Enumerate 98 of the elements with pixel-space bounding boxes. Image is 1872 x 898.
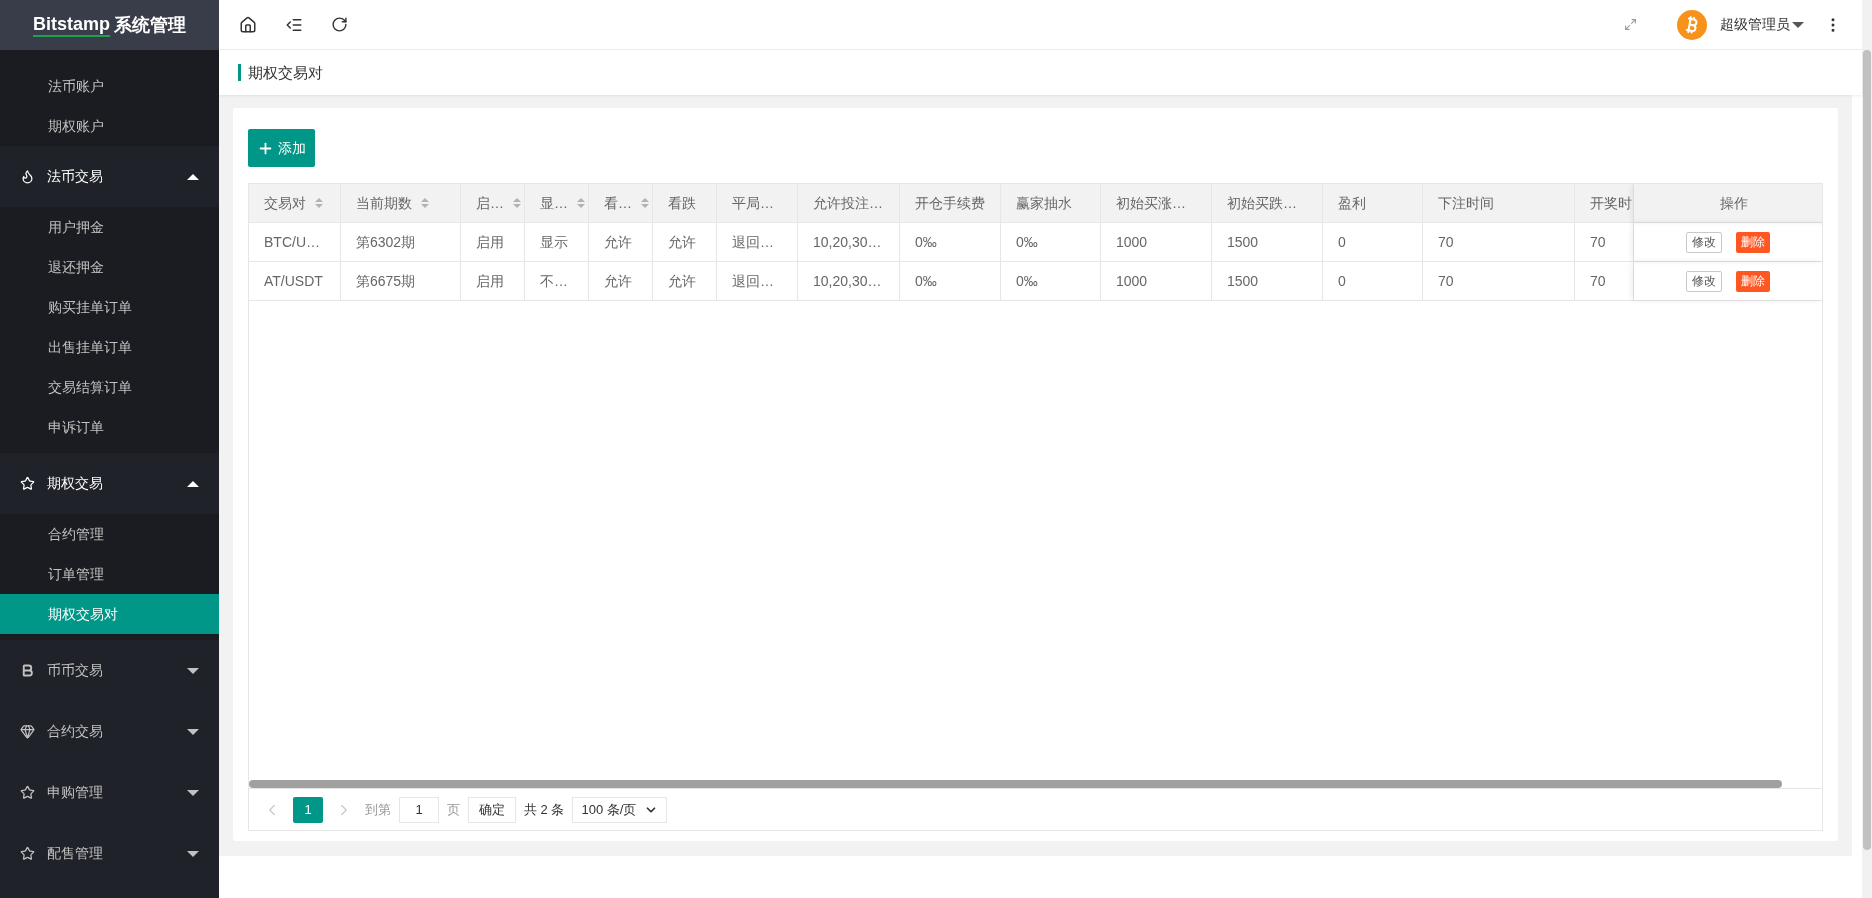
table-cell: 0 bbox=[1323, 262, 1423, 300]
breadcrumb-title: 期权交易对 bbox=[238, 64, 323, 81]
caret-down-icon bbox=[187, 667, 199, 674]
page-size-select[interactable]: 100 条/页 bbox=[572, 796, 668, 823]
table-cell: 允许 bbox=[589, 223, 653, 261]
column-header: 盈利 bbox=[1323, 184, 1423, 222]
total-count: 共 2 条 bbox=[524, 800, 565, 819]
column-header: 初始买涨… bbox=[1101, 184, 1212, 222]
sort-icon[interactable] bbox=[576, 197, 586, 209]
user-menu[interactable]: 超级管理员 bbox=[1720, 14, 1804, 35]
table-cell: 0‰ bbox=[1001, 223, 1101, 261]
add-button[interactable]: 添加 bbox=[248, 129, 315, 167]
table-cell: 10,20,30… bbox=[798, 223, 900, 261]
sidebar-section[interactable]: 申购管理 bbox=[0, 762, 219, 823]
sidebar-item[interactable]: 订单管理 bbox=[0, 554, 219, 594]
table-cell: 70 bbox=[1423, 262, 1575, 300]
column-header: 平局… bbox=[717, 184, 798, 222]
caret-up-icon bbox=[187, 480, 199, 487]
sidebar-item[interactable]: 用户押金 bbox=[0, 207, 219, 247]
confirm-button[interactable]: 确定 bbox=[468, 796, 516, 823]
sort-icon[interactable] bbox=[314, 197, 324, 209]
column-header: 允许投注… bbox=[798, 184, 900, 222]
page-button[interactable]: 1 bbox=[293, 796, 323, 823]
table-cell: 0‰ bbox=[1001, 262, 1101, 300]
table-cell: 1000 bbox=[1101, 223, 1212, 261]
table-cell: 70 bbox=[1575, 223, 1634, 261]
column-header[interactable]: 启… bbox=[461, 184, 525, 222]
sort-icon[interactable] bbox=[640, 197, 650, 209]
bold-b-icon bbox=[20, 663, 35, 678]
table-cell: 第6675期 bbox=[341, 262, 461, 300]
table-cell: 退回… bbox=[717, 262, 798, 300]
table-cell: 允许 bbox=[589, 262, 653, 300]
table-cell: 显示 bbox=[525, 223, 589, 261]
table-cell: AT/USDT bbox=[249, 262, 341, 300]
sort-icon[interactable] bbox=[420, 197, 430, 209]
sidebar-item[interactable]: 法币账户 bbox=[0, 66, 219, 106]
logo-title: 系统管理 bbox=[114, 13, 186, 37]
table-cell: 1000 bbox=[1101, 262, 1212, 300]
column-header: 下注时间 bbox=[1423, 184, 1575, 222]
table-cell: 启用 bbox=[461, 262, 525, 300]
gem-icon bbox=[20, 724, 35, 739]
column-header[interactable]: 看… bbox=[589, 184, 653, 222]
sidebar-section[interactable]: 法币交易 bbox=[0, 146, 219, 207]
brand-name: Bitstamp bbox=[33, 12, 110, 38]
table-cell: 第6302期 bbox=[341, 223, 461, 261]
column-header[interactable]: 显… bbox=[525, 184, 589, 222]
column-header[interactable]: 当前期数 bbox=[341, 184, 461, 222]
sidebar-item[interactable]: 期权交易对 bbox=[0, 594, 219, 634]
column-header: 开奖时 bbox=[1575, 184, 1634, 222]
edit-button[interactable]: 修改 bbox=[1686, 231, 1722, 253]
table-cell: 1500 bbox=[1212, 223, 1323, 261]
column-header: 开仓手续费 bbox=[900, 184, 1001, 222]
sidebar-section[interactable]: 配售管理 bbox=[0, 823, 219, 884]
sidebar-item[interactable]: 合约管理 bbox=[0, 514, 219, 554]
table-cell: 10,20,30… bbox=[798, 262, 900, 300]
sidebar-section[interactable]: 合约交易 bbox=[0, 701, 219, 762]
star-icon bbox=[20, 846, 35, 861]
page-input[interactable]: 1 bbox=[399, 796, 439, 823]
table-cell: 0‰ bbox=[900, 262, 1001, 300]
star-icon bbox=[20, 476, 35, 491]
sidebar-item[interactable]: 申诉订单 bbox=[0, 407, 219, 447]
table-cell: 0 bbox=[1323, 223, 1423, 261]
home-icon[interactable] bbox=[239, 15, 257, 34]
column-header: 赢家抽水 bbox=[1001, 184, 1101, 222]
table-cell: 70 bbox=[1575, 262, 1634, 300]
table-cell: 允许 bbox=[653, 223, 717, 261]
edit-button[interactable]: 修改 bbox=[1686, 270, 1722, 292]
user-avatar[interactable] bbox=[1677, 9, 1707, 40]
caret-down-icon bbox=[187, 789, 199, 796]
sidebar-item[interactable]: 期权账户 bbox=[0, 106, 219, 146]
table-cell: 1500 bbox=[1212, 262, 1323, 300]
sidebar-section[interactable]: 币币交易 bbox=[0, 640, 219, 701]
table-cell: 启用 bbox=[461, 223, 525, 261]
table-cell: BTC/U… bbox=[249, 223, 341, 261]
sidebar-section[interactable]: 期权交易 bbox=[0, 453, 219, 514]
table-cell: 退回… bbox=[717, 223, 798, 261]
refresh-icon[interactable] bbox=[331, 16, 348, 33]
caret-up-icon bbox=[187, 173, 199, 180]
table-cell: 70 bbox=[1423, 223, 1575, 261]
table-cell: 0‰ bbox=[900, 223, 1001, 261]
sort-icon[interactable] bbox=[512, 197, 522, 209]
sidebar-item[interactable]: 交易结算订单 bbox=[0, 367, 219, 407]
flame-icon bbox=[20, 169, 35, 184]
column-header: 操作 bbox=[1634, 184, 1822, 222]
sidebar-item[interactable]: 购买挂单订单 bbox=[0, 287, 219, 327]
table-cell: 允许 bbox=[653, 262, 717, 300]
column-header: 看跌 bbox=[653, 184, 717, 222]
goto-label: 到第 bbox=[365, 800, 391, 819]
page-unit-label: 页 bbox=[447, 800, 460, 819]
table-cell: 不… bbox=[525, 262, 589, 300]
star-icon bbox=[20, 785, 35, 800]
column-header[interactable]: 交易对 bbox=[249, 184, 341, 222]
fullscreen-icon[interactable] bbox=[1624, 18, 1637, 31]
column-header: 初始买跌… bbox=[1212, 184, 1323, 222]
caret-down-icon bbox=[187, 850, 199, 857]
caret-down-icon bbox=[187, 728, 199, 735]
sidebar-item[interactable]: 退还押金 bbox=[0, 247, 219, 287]
sidebar-item[interactable]: 出售挂单订单 bbox=[0, 327, 219, 367]
